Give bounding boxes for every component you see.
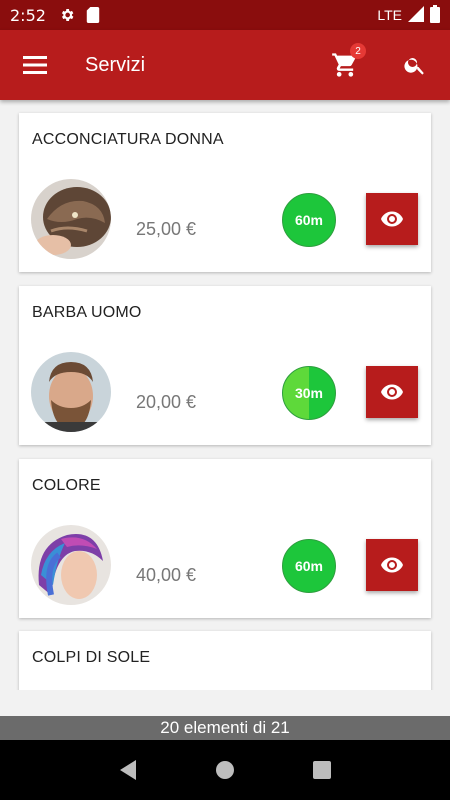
eye-icon (381, 211, 403, 227)
status-bar: 2:52 LTE (0, 0, 450, 30)
service-name: BARBA UOMO (32, 304, 142, 321)
duration-badge: 60m (282, 539, 336, 593)
service-price: 25,00 € (136, 219, 197, 239)
home-icon (215, 761, 234, 779)
service-price: 40,00 € (136, 565, 197, 585)
system-nav-bar (0, 740, 450, 800)
service-price: 20,00 € (136, 392, 197, 412)
recents-icon (312, 761, 331, 779)
service-name: ACCONCIATURA DONNA (32, 131, 224, 148)
sd-card-icon (84, 6, 102, 24)
service-card[interactable]: BARBA UOMO 20,00 € 30m (19, 286, 431, 445)
duration-badge: 30m (282, 366, 336, 420)
home-button[interactable] (205, 750, 245, 790)
duration-text: 60m (294, 212, 324, 228)
back-button[interactable] (108, 750, 148, 790)
cart-badge: 2 (350, 43, 366, 59)
eye-icon (381, 384, 403, 400)
service-card[interactable]: ACCONCIATURA DONNA 25,00 € 60m (19, 113, 431, 272)
page-title: Servizi (85, 53, 146, 76)
settings-icon (58, 6, 76, 24)
service-card[interactable]: COLPI DI SOLE (19, 631, 431, 690)
service-name: COLPI DI SOLE (32, 649, 151, 666)
eye-icon (381, 557, 403, 573)
network-type: LTE (377, 7, 402, 23)
search-button[interactable] (392, 40, 438, 90)
back-icon (120, 760, 137, 780)
app-bar: Servizi 2 (0, 30, 450, 100)
battery-icon (430, 4, 440, 26)
hamburger-icon (23, 56, 47, 74)
service-card[interactable]: COLORE 40,00 € 60m (19, 459, 431, 618)
services-list[interactable]: ACCONCIATURA DONNA 25,00 € 60m BARBA UOM… (0, 100, 450, 690)
cart-button[interactable]: 2 (322, 40, 368, 90)
items-count: 20 elementi di 21 (0, 716, 450, 740)
duration-text: 60m (294, 558, 324, 574)
view-button[interactable] (366, 193, 418, 245)
duration-badge: 60m (282, 193, 336, 247)
search-icon (404, 58, 424, 75)
menu-button[interactable] (0, 30, 70, 100)
service-image (31, 179, 111, 259)
view-button[interactable] (366, 366, 418, 418)
status-time: 2:52 (10, 5, 46, 25)
service-image (31, 525, 111, 605)
recents-button[interactable] (302, 750, 342, 790)
view-button[interactable] (366, 539, 418, 591)
service-image (31, 352, 111, 432)
duration-text: 30m (294, 385, 324, 401)
signal-icon (408, 5, 424, 25)
service-name: COLORE (32, 477, 101, 494)
